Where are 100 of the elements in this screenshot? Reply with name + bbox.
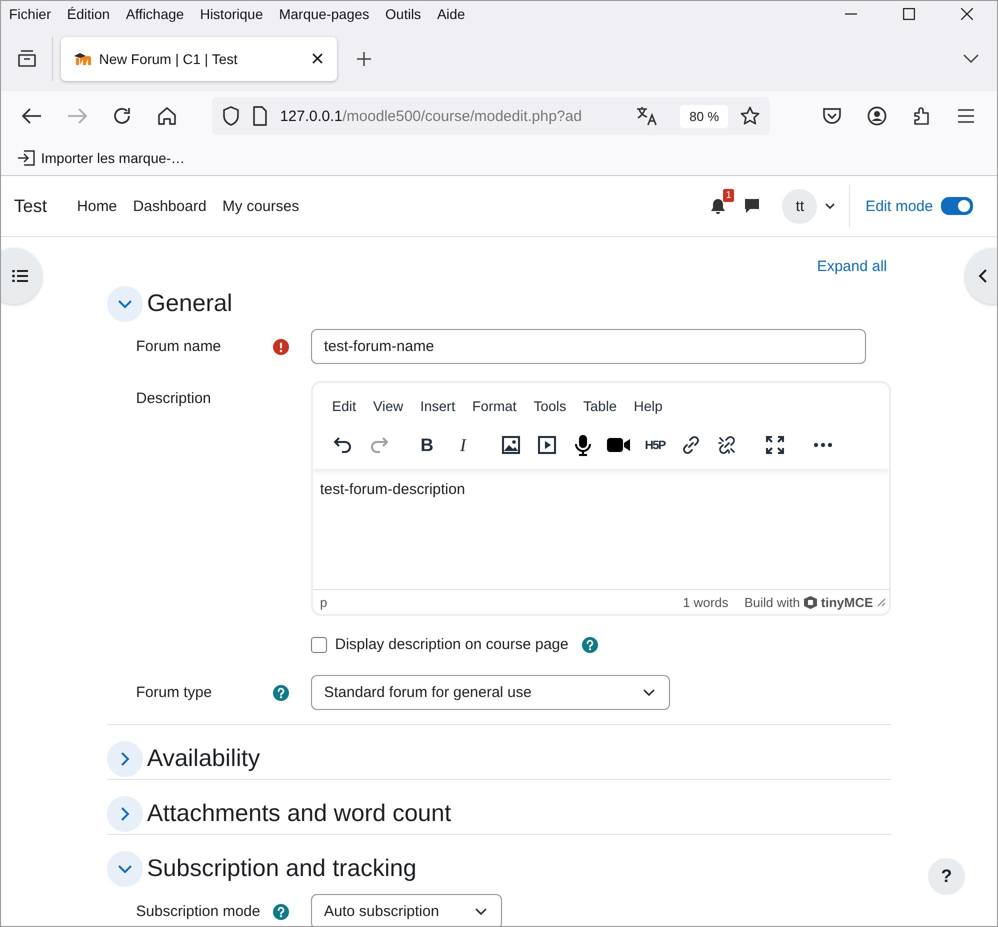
tab-tray-icon[interactable] xyxy=(17,50,37,68)
word-count[interactable]: 1 words xyxy=(682,594,728,610)
field-label: Forum name xyxy=(136,338,222,355)
chevron-down-icon[interactable] xyxy=(963,54,979,64)
image-icon xyxy=(502,436,520,454)
h5p-button[interactable]: H5P xyxy=(641,431,669,459)
site-name[interactable]: Test xyxy=(14,196,48,216)
star-icon[interactable] xyxy=(740,106,760,126)
field-label: Forum type xyxy=(136,684,213,701)
import-icon xyxy=(17,150,35,166)
nav-link[interactable]: Dashboard xyxy=(133,198,206,214)
element-path[interactable]: p xyxy=(320,594,328,610)
field-label: Description xyxy=(136,389,212,407)
editor-text[interactable]: test-forum-description xyxy=(320,481,466,498)
caret-icon xyxy=(643,688,655,696)
page-icon xyxy=(252,106,268,126)
account-icon[interactable] xyxy=(867,106,887,126)
collapse-toggle[interactable] xyxy=(107,851,143,887)
powered-by-text: Build with xyxy=(744,594,800,610)
editor-menu-item[interactable]: Tools xyxy=(534,398,566,421)
chat-icon[interactable] xyxy=(744,198,760,214)
chevron-down-icon xyxy=(118,300,132,308)
menu-item[interactable]: Outils xyxy=(385,6,422,22)
list-icon xyxy=(12,270,28,282)
menu-icon[interactable] xyxy=(957,109,975,123)
index-drawer-button[interactable] xyxy=(1,248,42,304)
caret-icon xyxy=(475,908,487,916)
logo-icon xyxy=(73,52,93,66)
user-avatar[interactable]: tt xyxy=(782,188,818,224)
bookmark-item[interactable]: Importer les marque-… xyxy=(17,150,185,166)
fullscreen-icon xyxy=(766,436,784,454)
expand-all-link[interactable]: Expand all xyxy=(816,258,887,284)
caret-icon[interactable] xyxy=(825,202,836,210)
home-icon[interactable] xyxy=(157,106,177,126)
editor-menu-item[interactable]: Insert xyxy=(420,398,456,421)
maximize-icon[interactable] xyxy=(903,8,915,20)
nav-link[interactable]: My courses xyxy=(222,198,300,214)
field-label: Subscription mode xyxy=(136,903,262,920)
play-icon xyxy=(538,436,556,454)
bold-button[interactable]: B xyxy=(413,431,441,459)
browser-tab[interactable]: New Forum | C1 | Test xyxy=(61,36,337,80)
close-icon[interactable] xyxy=(312,53,323,64)
select-field[interactable]: Auto subscription xyxy=(311,894,502,926)
reload-icon[interactable] xyxy=(112,106,132,126)
select-field[interactable]: Standard forum for general use xyxy=(311,675,670,710)
notification-count: 1 xyxy=(722,189,734,202)
bell-icon[interactable] xyxy=(710,198,726,214)
pocket-icon[interactable] xyxy=(822,107,842,125)
help-button[interactable]: ? xyxy=(928,858,965,895)
shield-icon xyxy=(222,106,240,126)
chevron-right-icon xyxy=(120,752,130,766)
section-heading[interactable]: Availability xyxy=(147,745,260,773)
resize-handle-icon[interactable] xyxy=(877,598,886,606)
menu-item[interactable]: Marque-pages xyxy=(278,6,370,22)
unlink-icon xyxy=(717,435,737,455)
section-heading[interactable]: General xyxy=(147,290,232,318)
editor-menu-item[interactable]: Help xyxy=(634,398,663,421)
help-icon[interactable] xyxy=(273,904,289,920)
help-icon[interactable] xyxy=(582,636,598,652)
menu-item[interactable]: Aide xyxy=(437,6,466,22)
collapse-toggle[interactable] xyxy=(107,286,143,322)
address-bar[interactable]: 127.0.0.1/moodle500/course/modedit.php?ad 80 % xyxy=(212,97,770,135)
url-text[interactable]: 127.0.0.1/moodle500/course/modedit.php?ad xyxy=(280,108,624,124)
chevron-left-icon xyxy=(978,269,987,283)
menu-item[interactable]: Affichage xyxy=(126,6,184,22)
translate-icon[interactable] xyxy=(636,106,658,126)
editor-menu-item[interactable]: View xyxy=(373,398,404,421)
tiny-logo-icon xyxy=(804,596,817,608)
microphone-icon xyxy=(575,434,591,456)
section-heading[interactable]: Subscription and tracking xyxy=(147,855,416,883)
link-icon xyxy=(681,435,701,455)
video-camera-icon xyxy=(607,437,631,453)
editor-menu-item[interactable]: Format xyxy=(472,398,517,421)
edit-mode-label: Edit mode xyxy=(865,198,933,214)
checkbox-label[interactable]: Display description on course page xyxy=(335,636,568,653)
undo-icon xyxy=(334,437,352,453)
menu-item[interactable]: Fichier xyxy=(9,6,52,22)
nav-link[interactable]: Home xyxy=(77,198,118,214)
collapse-toggle[interactable] xyxy=(107,741,143,777)
section-heading[interactable]: Attachments and word count xyxy=(147,800,452,828)
edit-mode-toggle[interactable] xyxy=(941,197,973,215)
checkbox[interactable] xyxy=(311,636,327,652)
menu-item[interactable]: Historique xyxy=(200,6,263,22)
editor-menu-item[interactable]: Table xyxy=(583,398,617,421)
redo-icon xyxy=(370,437,388,453)
menu-item[interactable]: Édition xyxy=(67,6,110,22)
help-icon[interactable] xyxy=(273,684,289,700)
collapse-toggle[interactable] xyxy=(107,796,143,832)
forum-name-field[interactable]: test-forum-name xyxy=(311,329,866,364)
chevron-down-icon xyxy=(118,864,132,874)
chevron-right-icon xyxy=(120,807,130,821)
more-icon xyxy=(814,443,832,447)
extensions-icon[interactable] xyxy=(912,106,932,126)
back-icon[interactable] xyxy=(22,108,42,124)
editor-brand[interactable]: tinyMCE xyxy=(821,594,873,610)
close-icon[interactable] xyxy=(961,8,973,20)
zoom-level[interactable]: 80 % xyxy=(680,104,728,128)
plus-icon[interactable] xyxy=(356,50,372,66)
editor-menu-item[interactable]: Edit xyxy=(332,398,356,421)
italic-button[interactable]: I xyxy=(449,431,477,459)
